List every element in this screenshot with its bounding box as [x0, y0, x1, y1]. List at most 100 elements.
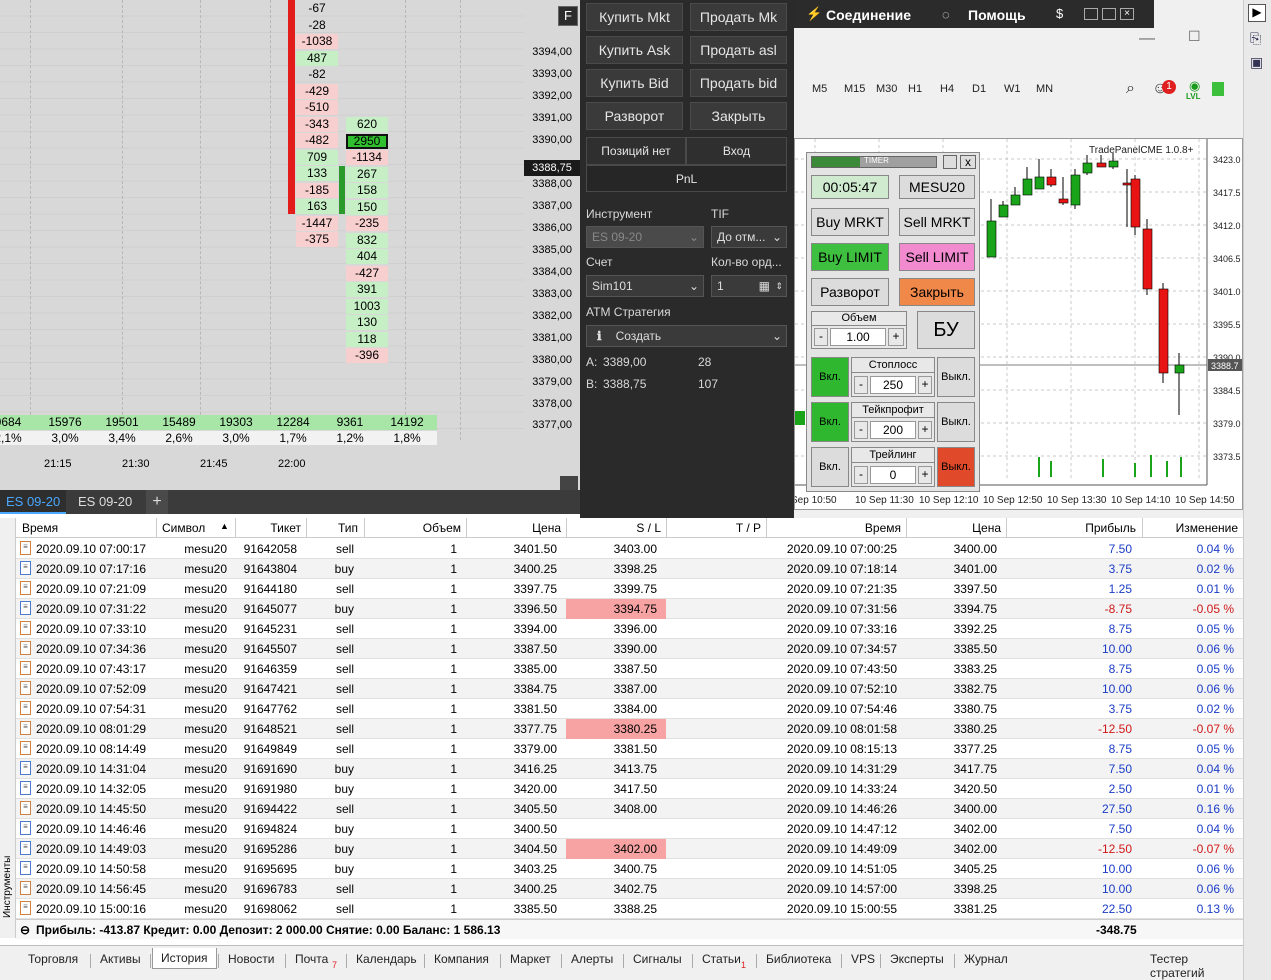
disable-button[interactable]: Выкл. — [937, 357, 975, 397]
tab-4[interactable]: Почта — [295, 952, 328, 966]
tab-0[interactable]: Торговля — [28, 952, 78, 966]
value-input[interactable]: 0 — [870, 466, 916, 484]
table-row[interactable]: ≡ 2020.09.10 07:21:09 mesu20 91644180 sell 1 3… — [16, 579, 1243, 599]
table-row[interactable]: ≡ 2020.09.10 14:46:46 mesu20 91694824 buy 1 34… — [16, 819, 1243, 839]
spin-icon[interactable]: ⇕ — [775, 276, 783, 296]
table-row[interactable]: ≡ 2020.09.10 07:00:17 mesu20 91642058 sell 1 3… — [16, 539, 1243, 559]
sell-mrkt-button[interactable]: Sell MRKT — [899, 208, 975, 236]
tab-13[interactable]: Эксперты — [890, 952, 944, 966]
buy-bid-button[interactable]: Купить Bid — [586, 69, 683, 97]
tab-12[interactable]: VPS — [851, 952, 875, 966]
table-row[interactable]: ≡ 2020.09.10 15:00:16 mesu20 91698062 sell 1 3… — [16, 899, 1243, 919]
column-header[interactable]: Символ — [162, 521, 205, 535]
minus-button[interactable]: - — [854, 376, 868, 394]
table-row[interactable]: ≡ 2020.09.10 14:45:50 mesu20 91694422 sell 1 3… — [16, 799, 1243, 819]
timeframe-d1[interactable]: D1 — [972, 83, 986, 95]
column-header[interactable]: Изменение — [1176, 521, 1238, 535]
menu-connection[interactable]: Соединение — [826, 7, 911, 23]
search-icon[interactable]: ⌕ — [1126, 80, 1135, 98]
column-header[interactable]: Время — [865, 521, 901, 535]
column-header[interactable]: Цена — [532, 521, 561, 535]
tif-select[interactable]: До отм... ⌄ — [711, 226, 787, 248]
menu-help[interactable]: Помощь — [968, 7, 1026, 23]
timeframe-w1[interactable]: W1 — [1004, 83, 1021, 95]
panel-reverse-button[interactable]: Разворот — [811, 278, 889, 306]
enable-button[interactable]: Вкл. — [811, 357, 849, 397]
volume-input[interactable]: 1.00 — [830, 328, 886, 346]
reverse-button[interactable]: Разворот — [586, 102, 683, 130]
panel-close-button[interactable]: x — [960, 155, 976, 169]
column-header[interactable]: S / L — [636, 521, 661, 535]
buy-limit-button[interactable]: Buy LIMIT — [811, 243, 889, 271]
timeframe-m15[interactable]: M15 — [844, 83, 865, 95]
breakeven-button[interactable]: БУ — [917, 311, 975, 349]
plus-button[interactable]: + — [918, 421, 932, 439]
buy-ask-button[interactable]: Купить Ask — [586, 36, 683, 64]
disable-button[interactable]: Выкл. — [937, 447, 975, 487]
tab-es-active[interactable]: ES 09-20 — [0, 490, 67, 514]
tab-5[interactable]: Календарь — [356, 952, 417, 966]
tab-es[interactable]: ES 09-20 — [72, 490, 138, 514]
sell-market-button[interactable]: Продать Mk — [690, 3, 787, 31]
timeframe-h1[interactable]: H1 — [908, 83, 922, 95]
tab-14[interactable]: Журнал — [964, 952, 1008, 966]
sell-bid-button[interactable]: Продать bid — [690, 69, 787, 97]
timeframe-mn[interactable]: MN — [1036, 83, 1053, 95]
table-row[interactable]: ≡ 2020.09.10 14:56:45 mesu20 91696783 sell 1 3… — [16, 879, 1243, 899]
collapse-icon[interactable]: ⊖ — [20, 920, 30, 940]
buy-market-button[interactable]: Купить Mkt — [586, 3, 683, 31]
column-header[interactable]: Время — [22, 521, 58, 535]
tab-6[interactable]: Компания — [434, 952, 489, 966]
tab-1[interactable]: Активы — [100, 952, 141, 966]
account-select[interactable]: Sim101 ⌄ — [586, 275, 704, 297]
column-header[interactable]: Объем — [423, 521, 461, 535]
scroll-handle[interactable] — [560, 476, 578, 490]
maximize-icon[interactable]: ☐ — [1188, 28, 1201, 45]
table-row[interactable]: ≡ 2020.09.10 08:01:29 mesu20 91648521 sell 1 3… — [16, 719, 1243, 739]
close-position-button[interactable]: Закрыть — [690, 102, 787, 130]
panel-close-position-button[interactable]: Закрыть — [899, 278, 975, 306]
volume-minus-button[interactable]: - — [814, 328, 828, 346]
enable-button[interactable]: Вкл. — [811, 447, 849, 487]
column-header[interactable]: Цена — [972, 521, 1001, 535]
table-row[interactable]: ≡ 2020.09.10 07:54:31 mesu20 91647762 sell 1 3… — [16, 699, 1243, 719]
sort-asc-icon[interactable]: ▲ — [220, 521, 229, 531]
table-row[interactable]: ≡ 2020.09.10 07:34:36 mesu20 91645507 sell 1 3… — [16, 639, 1243, 659]
column-header[interactable]: Прибыль — [1085, 521, 1136, 535]
window-minimize-icon[interactable] — [1084, 8, 1098, 20]
column-header[interactable]: T / P — [736, 521, 761, 535]
tester-tab[interactable]: Тестер стратегий — [1150, 952, 1243, 980]
plus-button[interactable]: + — [918, 466, 932, 484]
value-input[interactable]: 200 — [870, 421, 916, 439]
qty-stepper[interactable]: 1 ▦ ⇕ — [711, 275, 787, 297]
sell-ask-button[interactable]: Продать asl — [690, 36, 787, 64]
panel-minimize-icon[interactable] — [943, 155, 957, 169]
minus-button[interactable]: - — [854, 466, 868, 484]
save-icon[interactable]: ▣ — [1250, 54, 1263, 71]
timeframe-h4[interactable]: H4 — [940, 83, 954, 95]
sell-limit-button[interactable]: Sell LIMIT — [899, 243, 975, 271]
table-row[interactable]: ≡ 2020.09.10 08:14:49 mesu20 91649849 sell 1 3… — [16, 739, 1243, 759]
tab-10[interactable]: Статьи — [702, 952, 741, 966]
window-restore-icon[interactable] — [1102, 8, 1116, 20]
tab-8[interactable]: Алерты — [571, 952, 613, 966]
timeframe-m30[interactable]: M30 — [876, 83, 897, 95]
window-close-icon[interactable]: × — [1120, 8, 1134, 20]
copy-icon[interactable]: ⎘ — [1250, 30, 1261, 47]
calculator-icon[interactable]: ▦ — [759, 276, 770, 296]
table-row[interactable]: ≡ 2020.09.10 07:17:16 mesu20 91643804 buy 1 34… — [16, 559, 1243, 579]
column-header[interactable]: Тикет — [270, 521, 301, 535]
volume-plus-button[interactable]: + — [888, 328, 904, 346]
table-row[interactable]: ≡ 2020.09.10 14:31:04 mesu20 91691690 buy 1 34… — [16, 759, 1243, 779]
tab-11[interactable]: Библиотека — [766, 952, 831, 966]
table-row[interactable]: ≡ 2020.09.10 07:33:10 mesu20 91645231 sell 1 3… — [16, 619, 1243, 639]
tab-2[interactable]: История — [152, 948, 217, 969]
table-row[interactable]: ≡ 2020.09.10 14:32:05 mesu20 91691980 buy 1 34… — [16, 779, 1243, 799]
minus-button[interactable]: - — [854, 421, 868, 439]
f-button[interactable]: F — [558, 6, 578, 26]
table-row[interactable]: ≡ 2020.09.10 07:31:22 mesu20 91645077 buy 1 33… — [16, 599, 1243, 619]
plus-button[interactable]: + — [918, 376, 932, 394]
minimize-icon[interactable]: — — [1139, 30, 1155, 48]
tab-9[interactable]: Сигналы — [633, 952, 682, 966]
tab-3[interactable]: Новости — [228, 952, 274, 966]
